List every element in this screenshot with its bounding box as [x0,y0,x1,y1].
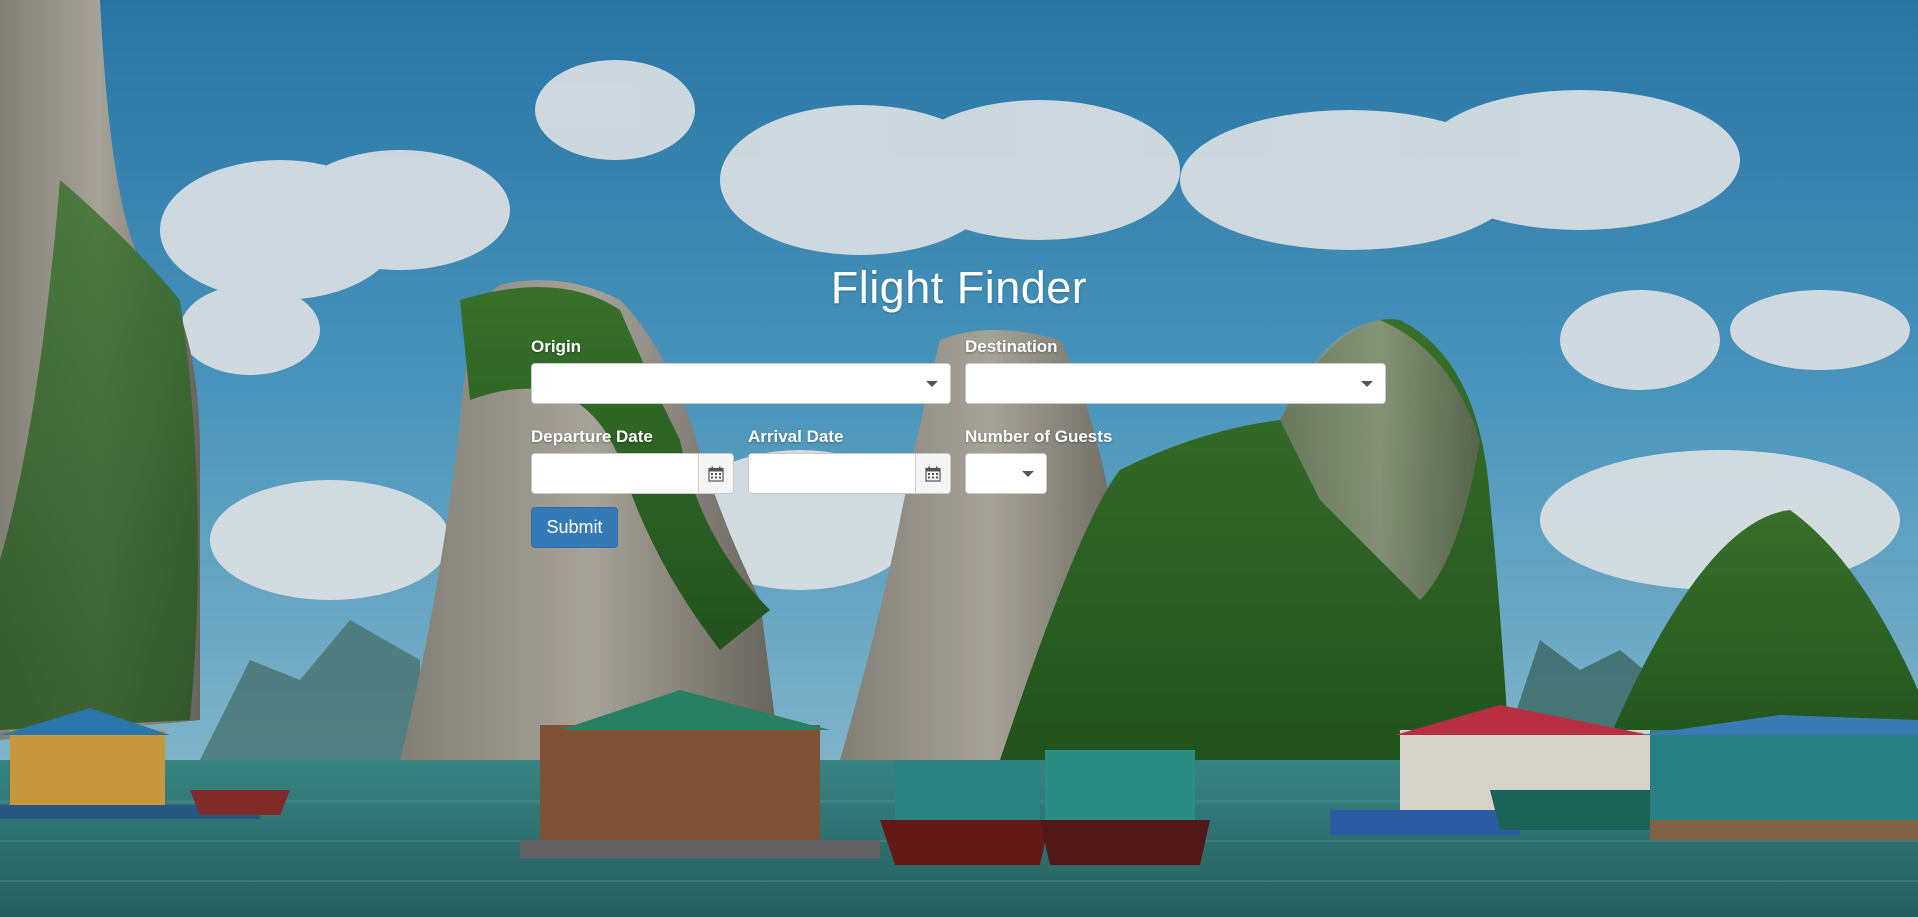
chevron-down-icon [926,381,938,387]
arrival-date-field: Arrival Date [748,427,951,494]
arrival-date-label: Arrival Date [748,427,844,446]
destination-field: Destination [965,337,1386,404]
destination-select[interactable] [965,363,1386,404]
departure-date-label: Departure Date [531,427,653,446]
origin-select[interactable] [531,363,951,404]
guests-field: Number of Guests [965,427,1113,494]
departure-calendar-button[interactable] [698,454,733,493]
departure-date-value[interactable] [532,454,698,493]
arrival-calendar-button[interactable] [915,454,950,493]
guests-label: Number of Guests [965,427,1113,446]
origin-label: Origin [531,337,582,356]
submit-button[interactable]: Submit [531,507,618,548]
guests-select[interactable] [965,453,1047,494]
background-photo: Flight Finder Origin Destination Departu… [0,0,1918,917]
page-title: Flight Finder [830,262,1088,313]
destination-label: Destination [965,337,1058,356]
chevron-down-icon [1022,471,1034,477]
departure-date-field: Departure Date [531,427,734,494]
arrival-date-value[interactable] [749,454,915,493]
calendar-icon [925,466,941,482]
origin-field: Origin [531,337,951,404]
halong-bay-scenery [0,0,1918,917]
calendar-icon [708,466,724,482]
departure-date-input[interactable] [531,453,734,494]
chevron-down-icon [1361,381,1373,387]
arrival-date-input[interactable] [748,453,951,494]
